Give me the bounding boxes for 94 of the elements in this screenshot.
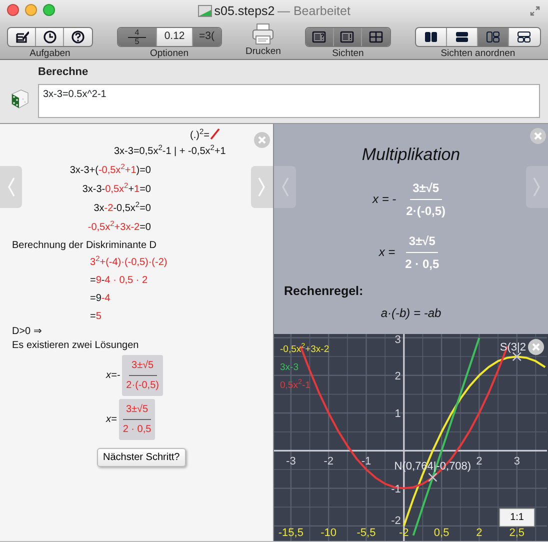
window-title: s05.steps2 (214, 2, 275, 20)
equation-label: x = (378, 244, 396, 261)
axis-tick-label: -5,5 (356, 527, 376, 539)
clock-icon (42, 30, 56, 44)
panel-title: Multiplikation (362, 144, 460, 166)
axis-tick-label: 2 (476, 527, 482, 539)
view-button[interactable] (334, 28, 362, 46)
axis-tick-label: 0,5 (434, 527, 450, 539)
columns-icon (424, 30, 438, 44)
button-group[interactable] (414, 27, 541, 47)
legend-label: -0,5x$^{2}$+3x-2 (279, 344, 330, 356)
option-button[interactable]: =3( (193, 28, 220, 46)
equation-label: x= (106, 412, 117, 427)
axis-tick-label: 3 (394, 334, 401, 346)
equation: 3x-3-0,5x$^{2}$+1=0 (82, 180, 151, 197)
task-label: Berechne (38, 65, 88, 80)
close-icon (532, 343, 540, 351)
equation-label: x=- (106, 369, 120, 383)
toolbar-label: Aufgaben (30, 48, 70, 59)
button-group[interactable]: 4 5 0.12 =3( (117, 27, 222, 47)
grid-icon (368, 30, 383, 44)
denominator: 2 · 0,5 (122, 422, 152, 437)
axis-tick-label: -15,5 (278, 527, 304, 539)
edit-icon (14, 30, 28, 44)
axis-tick-label: 2 (476, 456, 482, 468)
rule-hint: (.)$^{2}$= (190, 128, 210, 143)
rows-icon (454, 30, 469, 44)
equation: =9-4 (90, 292, 110, 306)
numerator: 3±√5 (122, 402, 152, 420)
view-button[interactable] (362, 28, 390, 46)
layout-icon (517, 30, 532, 44)
view-button[interactable] (306, 28, 334, 46)
formula-input-field[interactable]: 3x-3=0.5x^2-1 (38, 84, 540, 118)
close-icon (534, 132, 542, 140)
axis-tick-label: 3 (514, 456, 520, 468)
denominator: 2 · 0,5 (405, 256, 440, 272)
document-icon (198, 5, 212, 17)
point-marker-icon (512, 352, 522, 362)
close-icon (258, 136, 266, 144)
axis-tick-label: 1 (394, 408, 401, 420)
strike-icon (210, 128, 220, 140)
button-group[interactable] (7, 27, 93, 47)
window-status: — Bearbeitet (278, 2, 350, 20)
fullscreen-icon (530, 6, 540, 16)
axis-tick-label: -2 (324, 456, 334, 468)
axis-tick-label: 2 (394, 370, 401, 382)
dice-icon (10, 88, 30, 110)
axis-tick-label: 2,5 (509, 527, 525, 539)
numerator: 3±√5 (410, 178, 442, 200)
window-control-icon[interactable] (7, 4, 19, 16)
axis-tick-label: -2 (391, 514, 401, 527)
toolbar-label: Optionen (150, 48, 189, 59)
point-marker-icon (428, 472, 438, 482)
equation-label: x = - (372, 191, 396, 208)
equation: =5 (90, 310, 102, 324)
toolbar-label: Drucken (246, 46, 281, 57)
chevron-right-icon (258, 177, 266, 197)
conclusion: D>0 ⇒ (11, 325, 42, 339)
toolbar-label: Sichten (332, 48, 364, 59)
rule-title: Rechenregel: (284, 284, 364, 298)
denominator: 2·(-0,5) (406, 202, 446, 220)
numerator: 3±√5 (128, 358, 157, 376)
toolbar-label: Sichten anordnen (440, 48, 516, 59)
button-group[interactable] (304, 27, 391, 47)
equation: 3$^{2}$+(-4)·(-0,5)·(-2) (90, 253, 168, 270)
equation: -0,5x$^{2}$+3x-2=0 (88, 218, 151, 235)
equation: =9-4 · 0,5 · 2 (90, 274, 148, 288)
equation: 3x-3+(-0,5x$^{2}$+1)=0 (70, 161, 151, 178)
layout-icon (486, 30, 500, 44)
legend-label: 3x-3 (279, 362, 300, 374)
denominator: 2·(-0,5) (126, 379, 159, 393)
chevron-left-icon (281, 177, 289, 197)
option-button[interactable]: 4 5 (118, 28, 158, 46)
axis-tick-label: -10 (320, 527, 337, 539)
text-view-icon (340, 30, 354, 44)
close-button[interactable] (528, 339, 544, 355)
text-view-icon (312, 30, 326, 44)
window-control-icon[interactable] (43, 4, 55, 16)
next-step-button[interactable]: Nächster Schritt? (97, 448, 186, 467)
legend-label: 0,5x$^{2}$-1 (279, 380, 312, 392)
help-icon (71, 30, 85, 44)
numerator: 3±√5 (406, 232, 438, 252)
equation: 3x-3=0,5x$^{2}$-1 | + -0,5x$^{2}$+1 (114, 142, 226, 159)
view-button[interactable] (478, 28, 509, 46)
equation: 3x-2-0,5x$^{2}$=0 (94, 199, 151, 216)
rule-formula: a·(-b) = -ab (380, 305, 442, 322)
chevron-left-icon (7, 177, 15, 197)
result-text: Es existieren zwei Lösungen (11, 339, 140, 353)
section-title: Berechnung der Diskriminante D (11, 238, 158, 252)
axis-tick-label: -3 (286, 456, 296, 468)
print-button[interactable] (251, 23, 276, 45)
axis-tick-label: -1 (361, 456, 372, 468)
zoom-button[interactable]: 1:1 (499, 508, 535, 527)
chevron-right-icon (533, 177, 541, 197)
